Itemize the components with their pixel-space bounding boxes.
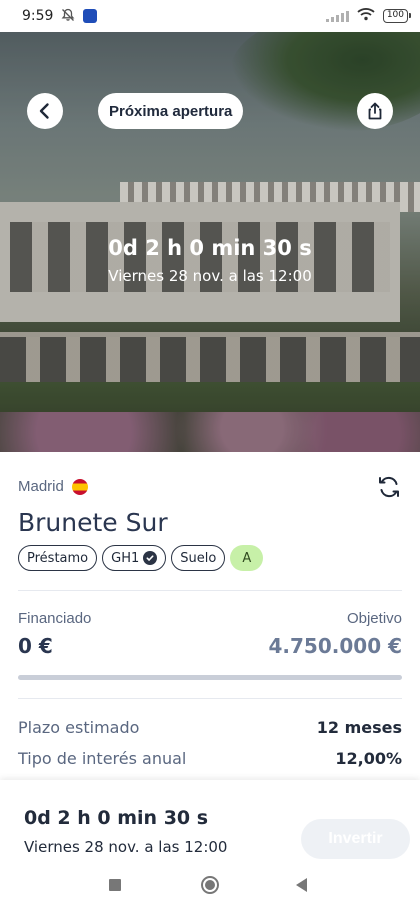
chevron-left-icon	[39, 103, 49, 119]
spain-flag-icon	[71, 478, 88, 495]
battery-icon: 100	[382, 9, 412, 23]
status-left: 9:59	[22, 8, 98, 25]
check-circle-icon	[143, 551, 158, 565]
recent-apps-icon[interactable]	[109, 879, 121, 891]
funded-label: Financiado	[18, 610, 92, 627]
tag-rating: A	[230, 545, 264, 571]
funded-value: 0 €	[18, 634, 53, 658]
detail-value: 12 meses	[316, 718, 402, 737]
detail-label: Plazo estimado	[18, 718, 140, 737]
back-button[interactable]	[27, 93, 63, 129]
detail-row-term: Plazo estimado 12 meses	[18, 718, 402, 737]
detail-row-interest: Tipo de interés anual 12,00%	[18, 749, 402, 768]
refresh-button[interactable]	[376, 474, 402, 500]
detail-label: Tipo de interés anual	[18, 749, 187, 768]
divider	[18, 590, 402, 591]
signal-icon	[325, 10, 349, 22]
project-tags: Préstamo GH1 Suelo A	[18, 545, 264, 571]
location-label: Madrid	[18, 478, 64, 495]
hero-countdown: 0d 2 h 0 min 30 s	[108, 236, 312, 260]
bottom-opening-date: Viernes 28 nov. a las 12:00	[24, 838, 228, 856]
tag-developer-label: GH1	[111, 550, 140, 566]
funding-progress-bar	[18, 675, 402, 680]
home-icon[interactable]	[201, 876, 219, 894]
location-row: Madrid	[18, 478, 88, 495]
status-right: 100	[325, 7, 412, 26]
divider	[18, 698, 402, 699]
share-icon	[368, 102, 382, 120]
project-title: Brunete Sur	[18, 508, 168, 537]
app-notification-icon	[83, 9, 98, 23]
status-time: 9:59	[22, 8, 54, 24]
refresh-icon	[379, 476, 399, 498]
invest-button[interactable]: Invertir	[301, 819, 410, 859]
target-value: 4.750.000 €	[268, 634, 403, 658]
system-nav-bar	[0, 862, 420, 910]
system-back-icon[interactable]	[296, 878, 307, 892]
wifi-icon	[357, 7, 375, 26]
detail-value: 12,00%	[335, 749, 402, 768]
tag-land: Suelo	[171, 545, 226, 571]
tag-developer: GH1	[102, 545, 167, 571]
tag-loan: Préstamo	[18, 545, 98, 571]
bottom-countdown: 0d 2 h 0 min 30 s	[24, 807, 209, 829]
bell-off-icon	[61, 8, 75, 25]
status-bar: 9:59 100	[0, 0, 420, 32]
share-button[interactable]	[357, 93, 393, 129]
status-pill: Próxima apertura	[98, 93, 244, 129]
bottom-action-bar: 0d 2 h 0 min 30 s Viernes 28 nov. a las …	[0, 780, 420, 870]
target-label: Objetivo	[346, 610, 402, 627]
hero-opening-date: Viernes 28 nov. a las 12:00	[108, 267, 312, 285]
